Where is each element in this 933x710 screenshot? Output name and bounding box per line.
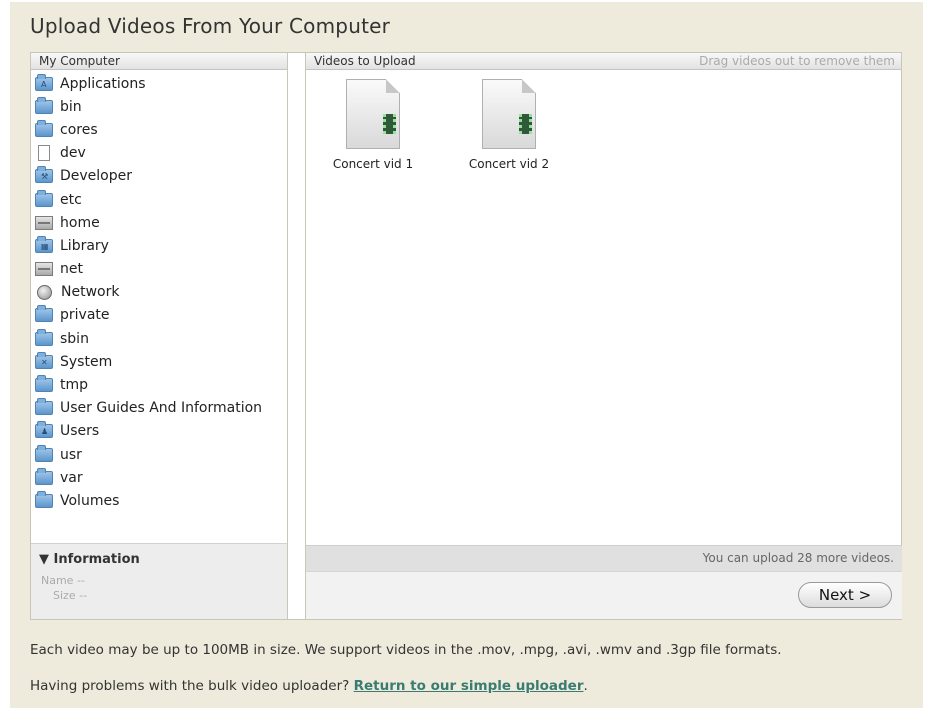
info-name-row: Name --: [31, 567, 287, 587]
tree-item-etc[interactable]: etc: [31, 188, 287, 211]
folder-icon: [35, 328, 53, 346]
action-bar: Next >: [306, 571, 902, 619]
folder-icon: [35, 375, 53, 393]
tree-item-label: Applications: [60, 75, 146, 92]
tree-item-label: bin: [60, 98, 82, 115]
info-size-value: --: [79, 589, 88, 602]
video-file-icon: [346, 79, 400, 149]
tree-item-net[interactable]: net: [31, 258, 287, 281]
tree-item-user-guides[interactable]: User Guides And Information: [31, 397, 287, 420]
video-label: Concert vid 2: [468, 157, 550, 171]
tree-item-label: System: [60, 353, 113, 370]
videos-to-upload-title: Videos to Upload: [314, 54, 416, 68]
drive-icon: [35, 262, 53, 277]
tree-item-label: Volumes: [60, 492, 120, 509]
information-section: ▼ Information Name -- Size --: [31, 543, 287, 619]
videos-to-upload-header: Videos to Upload Drag videos out to remo…: [306, 53, 901, 70]
my-computer-header: My Computer: [31, 53, 287, 70]
info-name-value: --: [76, 574, 85, 587]
tree-item-dev[interactable]: dev: [31, 142, 287, 165]
library-folder-icon: ▦: [35, 235, 53, 253]
tree-item-applications[interactable]: A Applications: [31, 72, 287, 95]
network-globe-icon: [37, 284, 52, 300]
tree-item-label: net: [60, 261, 83, 278]
folder-icon: [35, 490, 53, 508]
tree-item-label: home: [60, 214, 100, 231]
tree-item-home[interactable]: home: [31, 211, 287, 234]
tree-item-usr[interactable]: usr: [31, 443, 287, 466]
video-label: Concert vid 1: [332, 157, 414, 171]
upload-limit-status: You can upload 28 more videos.: [306, 545, 902, 571]
tree-item-label: Developer: [60, 168, 133, 185]
tree-item-label: Network: [61, 284, 120, 301]
information-toggle[interactable]: ▼ Information: [31, 544, 287, 567]
users-folder-icon: ♟: [35, 421, 53, 439]
page-title: Upload Videos From Your Computer: [30, 14, 391, 38]
folder-icon: [35, 444, 53, 462]
file-tree: A Applications bin cores dev ⚒ Developer…: [31, 70, 287, 513]
page-background: Upload Videos From Your Computer My Comp…: [10, 2, 923, 708]
tree-item-network[interactable]: Network: [31, 281, 287, 304]
drag-hint: Drag videos out to remove them: [699, 54, 895, 68]
tree-item-system[interactable]: ✕ System: [31, 350, 287, 373]
upload-queue: Videos to Upload Drag videos out to remo…: [305, 53, 902, 619]
tree-item-label: usr: [60, 446, 82, 463]
tree-item-label: tmp: [60, 377, 89, 394]
tree-item-cores[interactable]: cores: [31, 118, 287, 141]
size-format-note: Each video may be up to 100MB in size. W…: [30, 642, 782, 658]
folder-icon: [35, 398, 53, 416]
tree-item-users[interactable]: ♟ Users: [31, 420, 287, 443]
tree-item-volumes[interactable]: Volumes: [31, 489, 287, 512]
tree-item-label: User Guides And Information: [60, 400, 263, 417]
tree-item-label: Library: [60, 237, 109, 254]
tree-item-label: var: [60, 469, 83, 486]
tree-item-library[interactable]: ▦ Library: [31, 234, 287, 257]
upload-drop-area[interactable]: Concert vid 1 Concert vid 2: [306, 70, 901, 545]
tree-item-label: dev: [60, 145, 86, 162]
info-size-label: Size: [53, 589, 76, 602]
tree-item-var[interactable]: var: [31, 466, 287, 489]
problem-text: Having problems with the bulk video uplo…: [30, 678, 350, 694]
video-item[interactable]: Concert vid 1: [318, 79, 428, 171]
note-period: .: [583, 678, 588, 694]
tree-item-sbin[interactable]: sbin: [31, 327, 287, 350]
uploader-panel: My Computer A Applications bin cores dev: [30, 52, 902, 620]
developer-folder-icon: ⚒: [35, 166, 53, 184]
info-size-row: Size --: [31, 587, 287, 602]
tree-item-label: etc: [60, 191, 82, 208]
tree-item-private[interactable]: private: [31, 304, 287, 327]
document-icon: [38, 145, 50, 162]
tree-item-label: cores: [60, 121, 98, 138]
problem-note: Having problems with the bulk video uplo…: [30, 678, 588, 694]
simple-uploader-link[interactable]: Return to our simple uploader: [354, 678, 584, 694]
next-button[interactable]: Next >: [798, 582, 892, 608]
folder-icon: [35, 305, 53, 323]
folder-icon: [35, 467, 53, 485]
tree-item-label: Users: [60, 423, 100, 440]
tree-item-bin[interactable]: bin: [31, 95, 287, 118]
tree-item-label: sbin: [60, 330, 89, 347]
folder-icon: [35, 189, 53, 207]
tree-item-tmp[interactable]: tmp: [31, 373, 287, 396]
system-folder-icon: ✕: [35, 351, 53, 369]
info-name-label: Name: [41, 574, 74, 587]
video-item[interactable]: Concert vid 2: [454, 79, 564, 171]
applications-folder-icon: A: [35, 73, 53, 91]
folder-icon: [35, 119, 53, 137]
drive-icon: [35, 215, 53, 230]
tree-item-label: private: [60, 307, 110, 324]
folder-icon: [35, 96, 53, 114]
file-browser: My Computer A Applications bin cores dev: [31, 53, 288, 619]
tree-item-developer[interactable]: ⚒ Developer: [31, 165, 287, 188]
video-file-icon: [482, 79, 536, 149]
